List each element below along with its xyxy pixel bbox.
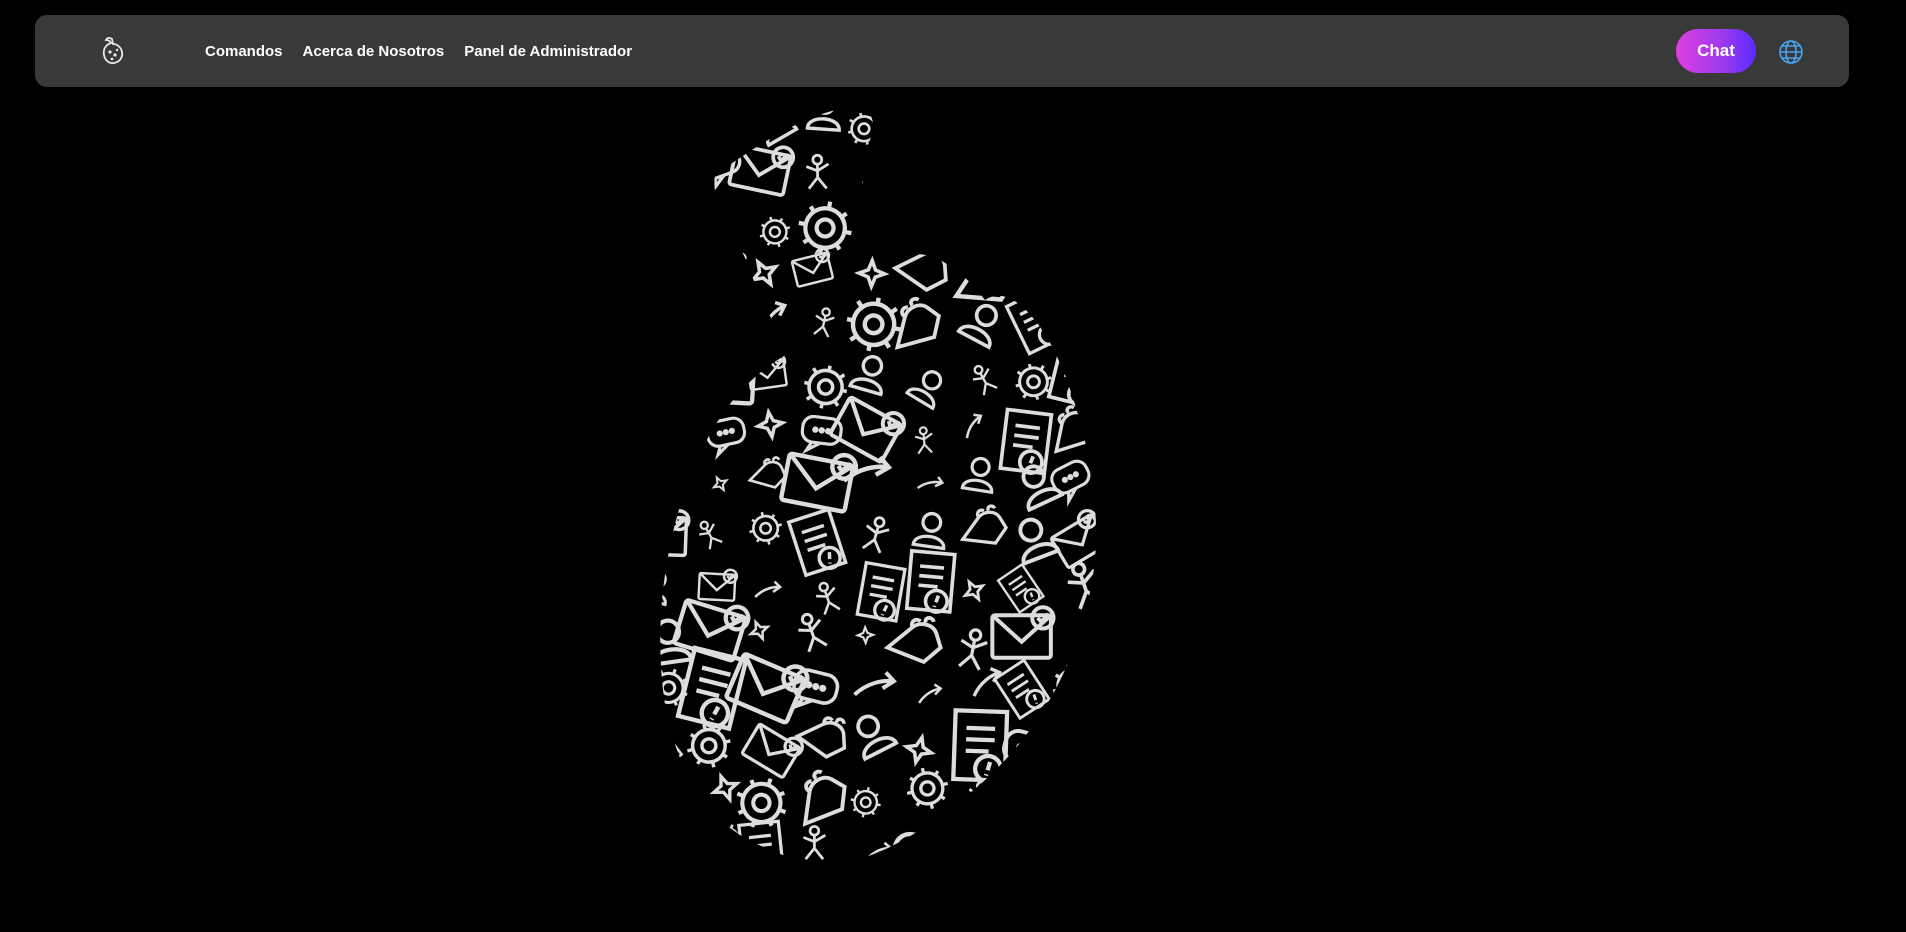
chat-button[interactable]: Chat bbox=[1676, 29, 1756, 73]
drop-logo-icon[interactable] bbox=[97, 35, 127, 67]
nav-link-admin-panel[interactable]: Panel de Administrador bbox=[464, 43, 632, 60]
top-navbar: Comandos Acerca de Nosotros Panel de Adm… bbox=[35, 15, 1849, 87]
globe-icon[interactable] bbox=[1778, 39, 1804, 65]
nav-link-comandos[interactable]: Comandos bbox=[205, 43, 283, 60]
nav-link-acerca[interactable]: Acerca de Nosotros bbox=[303, 43, 445, 60]
main-nav: Comandos Acerca de Nosotros Panel de Adm… bbox=[205, 15, 632, 87]
drop-doodle-illustration bbox=[660, 107, 1096, 864]
hero-drop-illustration bbox=[655, 100, 1305, 870]
